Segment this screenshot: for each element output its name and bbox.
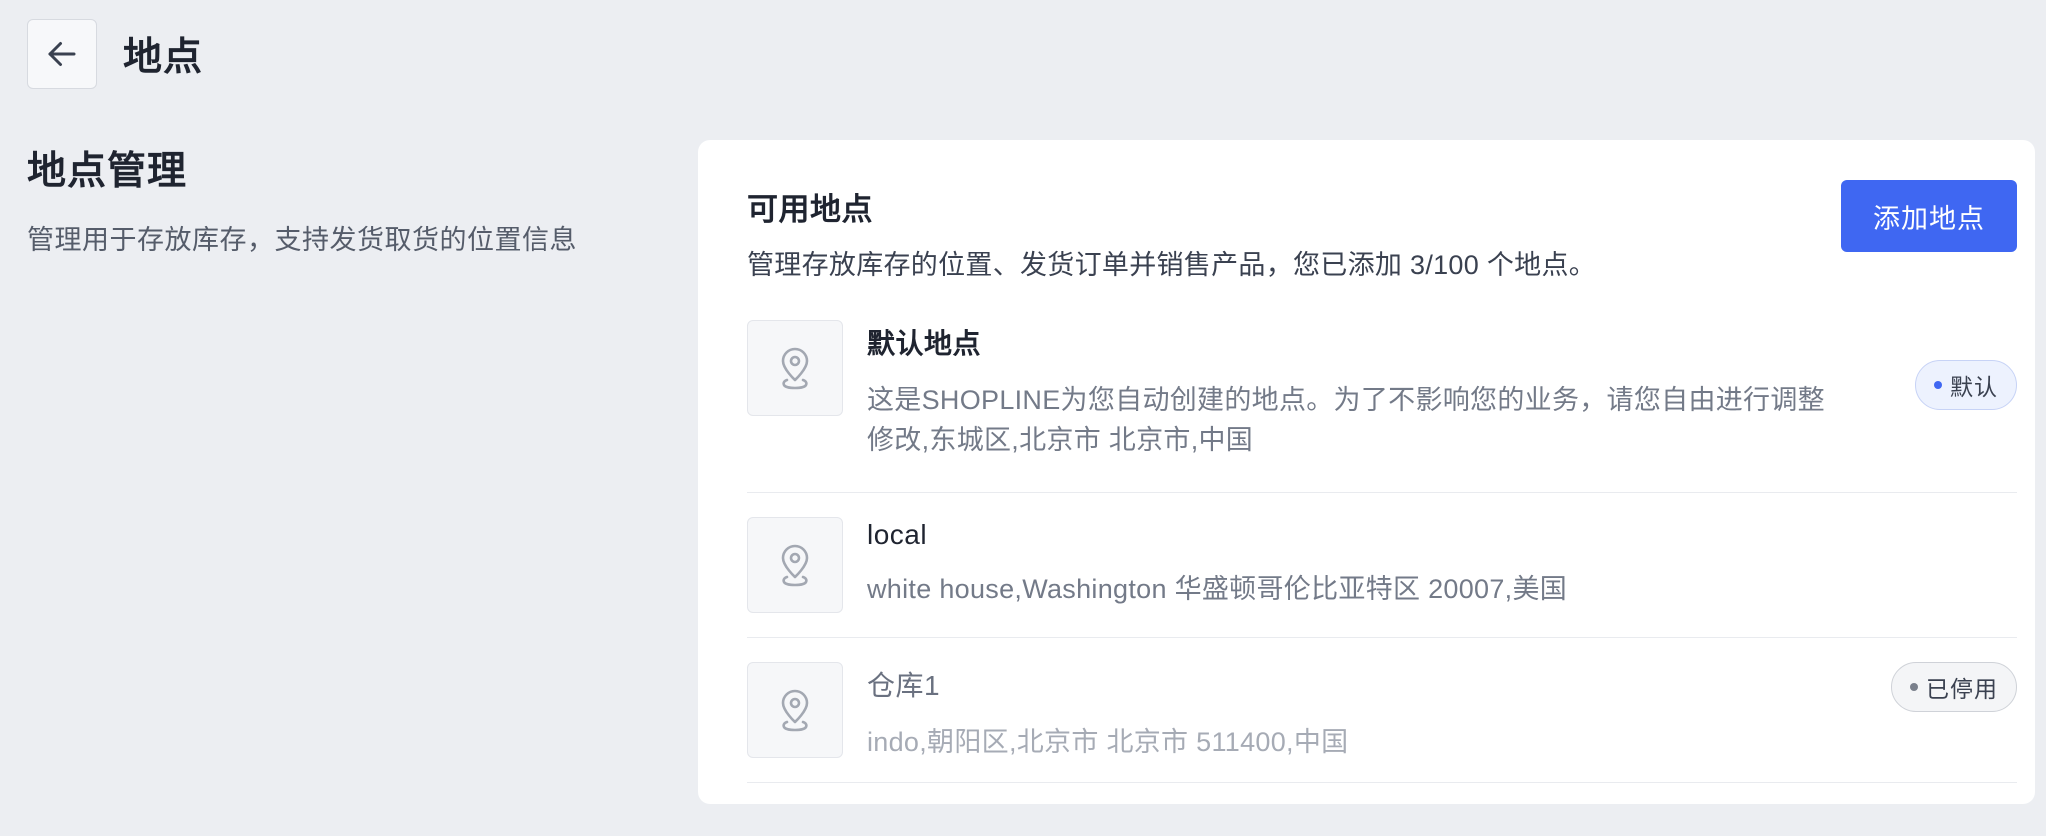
location-name: 默认地点 (867, 328, 982, 359)
card-header: 可用地点 管理存放库存的位置、发货订单并销售产品，您已添加 3/100 个地点。 (747, 184, 2017, 282)
location-thumbnail (747, 320, 843, 416)
location-address: white house,Washington 华盛顿哥伦比亚特区 20007,美… (867, 574, 1568, 604)
location-address: 这是SHOPLINE为您自动创建的地点。为了不影响您的业务，请您自由进行调整 修… (867, 380, 1847, 460)
card-description: 管理存放库存的位置、发货订单并销售产品，您已添加 3/100 个地点。 (747, 250, 1597, 280)
location-address-line: 这是SHOPLINE为您自动创建的地点。为了不影响您的业务，请您自由进行调整 (867, 385, 1825, 415)
locations-card: 可用地点 管理存放库存的位置、发货订单并销售产品，您已添加 3/100 个地点。… (698, 140, 2035, 804)
location-thumbnail (747, 662, 843, 758)
map-pin-icon (781, 544, 809, 587)
arrow-left-icon (48, 42, 76, 66)
status-dot-icon (1910, 683, 1918, 691)
location-item-local[interactable]: local white house,Washington 华盛顿哥伦比亚特区 2… (747, 493, 2017, 638)
map-pin-icon (781, 689, 809, 732)
map-pin-icon (781, 347, 809, 390)
page-title: 地点 (123, 36, 204, 79)
location-list: 默认地点 这是SHOPLINE为您自动创建的地点。为了不影响您的业务，请您自由进… (747, 320, 2017, 783)
location-info: 默认地点 这是SHOPLINE为您自动创建的地点。为了不影响您的业务，请您自由进… (867, 320, 2017, 460)
location-info: local white house,Washington 华盛顿哥伦比亚特区 2… (867, 517, 2017, 609)
badge-label: 默认 (1950, 374, 1998, 400)
badge-label: 已停用 (1926, 676, 1998, 702)
location-name: local (867, 519, 928, 550)
location-name: 仓库1 (867, 670, 941, 701)
location-address: indo,朝阳区,北京市 北京市 511400,中国 (867, 727, 1349, 757)
page-header: 地点 (27, 19, 203, 89)
back-button[interactable] (27, 19, 97, 89)
location-address-line: 修改,东城区,北京市 北京市,中国 (867, 425, 1254, 455)
disabled-badge: 已停用 (1891, 662, 2017, 712)
location-thumbnail (747, 517, 843, 613)
status-dot-icon (1934, 381, 1942, 389)
location-item-default[interactable]: 默认地点 这是SHOPLINE为您自动创建的地点。为了不影响您的业务，请您自由进… (747, 320, 2017, 493)
section-description: 管理用于存放库存，支持发货取货的位置信息 (27, 225, 577, 255)
add-location-button[interactable]: 添加地点 (1841, 180, 2017, 252)
default-badge: 默认 (1915, 360, 2017, 410)
location-info: 仓库1 indo,朝阳区,北京市 北京市 511400,中国 (867, 662, 2017, 762)
section-title: 地点管理 (27, 150, 188, 193)
card-title: 可用地点 (747, 192, 873, 227)
section-intro: 地点管理 管理用于存放库存，支持发货取货的位置信息 (27, 140, 647, 257)
location-item-warehouse[interactable]: 仓库1 indo,朝阳区,北京市 北京市 511400,中国 已停用 (747, 638, 2017, 783)
